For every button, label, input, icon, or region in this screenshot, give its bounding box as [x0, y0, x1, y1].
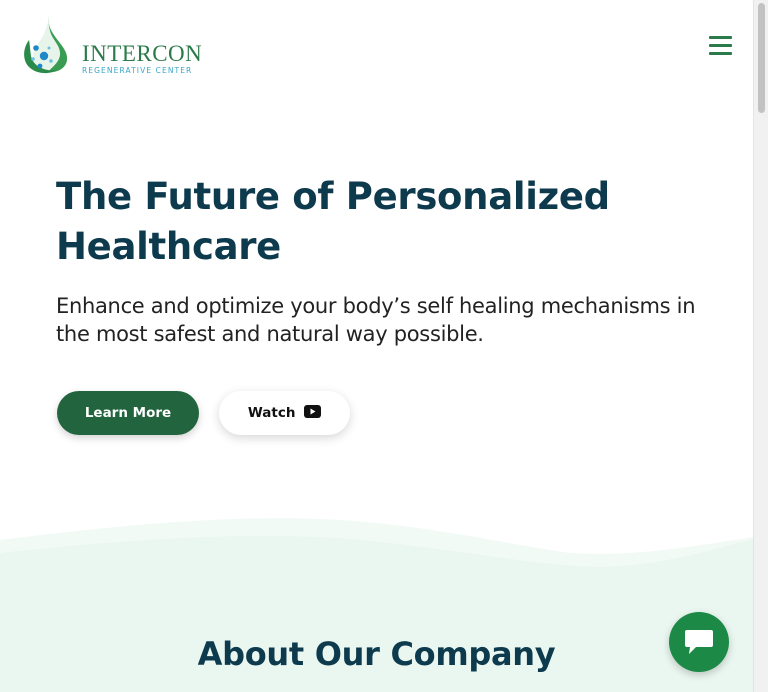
logo-tagline: REGENERATIVE CENTER: [82, 66, 193, 75]
youtube-play-icon: [304, 405, 322, 418]
hero-subtitle: Enhance and optimize your body’s self he…: [56, 294, 696, 346]
learn-more-label: Learn More: [84, 405, 172, 421]
learn-more-button[interactable]: Learn More: [57, 391, 199, 435]
hamburger-menu-icon[interactable]: [704, 32, 736, 60]
about-title: About Our Company: [197, 635, 556, 673]
chat-button[interactable]: [669, 612, 729, 672]
section-wave-divider: [0, 518, 753, 595]
logo-name: INTERCON: [82, 41, 203, 66]
page-scrollbar[interactable]: [753, 0, 768, 692]
chat-bubble-icon: [685, 630, 713, 654]
scrollbar-thumb[interactable]: [758, 3, 765, 113]
site-logo[interactable]: INTERCON REGENERATIVE CENTER: [21, 14, 211, 75]
watch-label: Watch: [247, 405, 296, 421]
watch-button[interactable]: Watch: [219, 391, 350, 435]
water-drop-logo-icon: [24, 16, 68, 74]
hero-title: The Future of Personalized Healthcare: [56, 175, 610, 268]
main-content: INTERCON REGENERATIVE CENTER The Future …: [0, 0, 753, 692]
page: INTERCON REGENERATIVE CENTER The Future …: [0, 0, 768, 692]
